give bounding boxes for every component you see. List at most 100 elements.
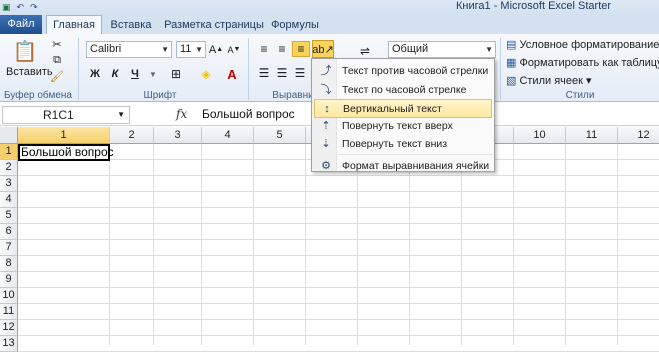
font-size-combo[interactable]: 11 ▼ [176, 41, 206, 58]
chevron-down-icon: ▼ [117, 110, 125, 119]
format-alignment-icon: ⚙ [321, 160, 331, 172]
copy-icon[interactable]: ⧉ [50, 53, 64, 67]
title-bar: ▣ ↶ ↷ Книга1 - Microsoft Excel Starter [0, 0, 659, 14]
group-separator [500, 38, 501, 100]
menu-item[interactable]: ⤵ Текст по часовой стрелке [314, 81, 492, 100]
row-header[interactable]: 4 [0, 192, 18, 208]
font-color-icon[interactable]: A [222, 66, 242, 82]
ribbon-tabs: Файл Главная Вставка Разметка страницы Ф… [0, 14, 659, 34]
number-format-combo[interactable]: Общий ▼ [388, 41, 496, 58]
column-header[interactable]: 10 [514, 127, 566, 144]
text-counterclockwise-icon: ⤴ [320, 65, 332, 77]
chevron-down-icon: ▼ [485, 45, 493, 54]
orientation-icon[interactable]: ab↗ [312, 40, 334, 58]
row-header[interactable]: 12 [0, 320, 18, 336]
menu-item[interactable]: ⇡ Повернуть текст вверх [314, 117, 492, 136]
grid-line [18, 239, 659, 240]
group-separator [248, 38, 249, 100]
align-center-icon[interactable]: ☰ [274, 66, 290, 80]
format-as-table-icon: ▦ [506, 57, 520, 69]
align-bottom-icon[interactable]: ≡ [292, 41, 310, 57]
rotate-text-down-icon: ⇣ [321, 138, 331, 150]
align-middle-icon[interactable]: ≡ [274, 42, 290, 56]
font-name-combo[interactable]: Calibri ▼ [86, 41, 172, 58]
formula-input[interactable]: Большой вопрос [202, 107, 295, 121]
underline-button[interactable]: Ч [128, 66, 142, 82]
cut-icon[interactable]: ✂ [50, 37, 64, 51]
grid-line [18, 287, 659, 288]
cell-r1c1[interactable]: Большой вопрос [21, 145, 114, 160]
column-header[interactable]: 5 [254, 127, 306, 144]
row-header[interactable]: 13 [0, 336, 18, 352]
shrink-font-icon[interactable]: A ▼ [228, 41, 241, 58]
redo-icon[interactable]: ↷ [30, 2, 38, 13]
row-header[interactable]: 6 [0, 224, 18, 240]
conditional-formatting-icon: ▤ [506, 39, 520, 51]
tab-formulas[interactable]: Формулы [268, 16, 322, 34]
tab-page-layout[interactable]: Разметка страницы [162, 16, 266, 34]
column-header[interactable]: 11 [566, 127, 618, 144]
format-as-table-label: Форматировать как таблицу [519, 57, 659, 69]
row-header[interactable]: 7 [0, 240, 18, 256]
row-header[interactable]: 3 [0, 176, 18, 192]
menu-item-label: Повернуть текст вверх [342, 120, 453, 132]
grid-line [18, 271, 659, 272]
conditional-formatting-button[interactable]: ▤ Условное форматирование ▾ [506, 38, 659, 51]
fill-color-icon[interactable]: ◈ [196, 66, 216, 82]
format-as-table-button[interactable]: ▦ Форматировать как таблицу ▾ [506, 56, 659, 69]
menu-separator [339, 154, 493, 155]
menu-item-label: Текст против часовой стрелки [342, 65, 489, 77]
align-left-icon[interactable]: ☰ [256, 66, 272, 80]
menu-item[interactable]: ⤴ Текст против часовой стрелки [314, 62, 492, 81]
insert-function-icon[interactable]: fx [176, 107, 187, 121]
grid-line [18, 255, 659, 256]
row-header[interactable]: 9 [0, 272, 18, 288]
format-painter-icon[interactable]: 🖌 [50, 69, 64, 83]
tab-home[interactable]: Главная [46, 15, 102, 34]
bold-button[interactable]: Ж [88, 66, 102, 82]
styles-group-label: Стили [565, 90, 595, 101]
row-header[interactable]: 10 [0, 288, 18, 304]
italic-button[interactable]: К [108, 66, 122, 82]
tab-file[interactable]: Файл [0, 15, 42, 34]
grid-line [18, 319, 659, 320]
align-right-icon[interactable]: ☰ [292, 66, 308, 80]
paste-icon[interactable]: 📋 [6, 36, 44, 66]
borders-icon[interactable]: ⊞ [166, 66, 186, 82]
menu-item[interactable]: ⚙ Формат выравнивания ячейки [314, 157, 492, 176]
column-header[interactable]: 1 [18, 127, 110, 144]
menu-item[interactable]: ⇣ Повернуть текст вниз [314, 135, 492, 154]
cell-styles-label: Стили ячеек [519, 75, 583, 87]
row-header[interactable]: 8 [0, 256, 18, 272]
tab-insert[interactable]: Вставка [106, 16, 156, 34]
name-box-value: R1C1 [43, 108, 74, 122]
window-title: Книга1 - Microsoft Excel Starter [456, 0, 612, 12]
row-header[interactable]: 1 [0, 144, 18, 160]
menu-item-label: Текст по часовой стрелке [342, 84, 467, 96]
select-all-corner[interactable] [0, 127, 18, 144]
row-header[interactable]: 11 [0, 304, 18, 320]
column-header[interactable]: 2 [110, 127, 154, 144]
font-name-value: Calibri [90, 43, 122, 55]
grid-line [18, 303, 659, 304]
menu-item-label: Вертикальный текст [343, 103, 442, 115]
align-top-icon[interactable]: ≡ [256, 42, 272, 56]
name-box[interactable]: R1C1 ▼ [2, 106, 130, 124]
rotate-text-up-icon: ⇡ [321, 120, 331, 132]
cell-styles-button[interactable]: ▧ Стили ячеек ▾ [506, 74, 592, 87]
column-header[interactable]: 4 [202, 127, 254, 144]
undo-icon[interactable]: ↶ [17, 2, 25, 13]
quick-access-toolbar: ▣ ↶ ↷ [2, 0, 38, 14]
menu-item[interactable]: ↕ Вертикальный текст [314, 99, 492, 118]
chevron-down-icon[interactable]: ▼ [146, 66, 160, 82]
font-group-label: Шрифт [143, 90, 177, 101]
grow-font-icon[interactable]: A ▲ [209, 41, 223, 58]
column-header[interactable]: 12 [618, 127, 659, 144]
row-header[interactable]: 5 [0, 208, 18, 224]
paste-button[interactable]: Вставить [6, 66, 53, 78]
row-header[interactable]: 2 [0, 160, 18, 176]
conditional-formatting-label: Условное форматирование [519, 39, 659, 51]
text-clockwise-icon: ⤵ [320, 84, 332, 96]
column-header[interactable]: 3 [154, 127, 202, 144]
chevron-down-icon: ▼ [161, 45, 169, 54]
